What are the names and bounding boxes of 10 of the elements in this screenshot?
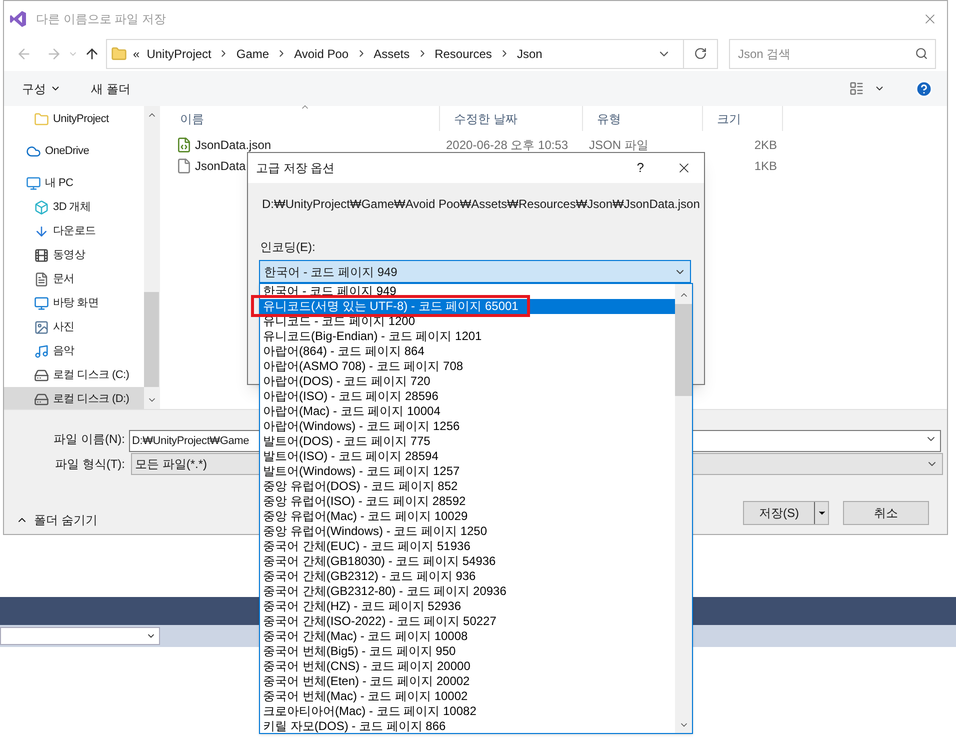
window-title: 다른 이름으로 파일 저장 xyxy=(36,10,166,28)
file-size: 1KB xyxy=(754,158,777,172)
file-size: 2KB xyxy=(754,138,777,152)
file-date: 2020-06-28 오후 10:53 xyxy=(446,138,568,152)
file-path: D:₩UnityProject₩Game₩Avoid Poo₩Assets₩Resources₩Json₩JsonData.json xyxy=(262,196,701,213)
dialog-title: 고급 저장 옵션 xyxy=(256,160,335,177)
field-label: 파일 이름(N): xyxy=(52,431,125,448)
encoding-label: 인코딩(E): xyxy=(260,239,316,256)
field-label: 파일 형식(T): xyxy=(54,456,125,473)
file-type: JSON 파일 xyxy=(589,138,648,152)
